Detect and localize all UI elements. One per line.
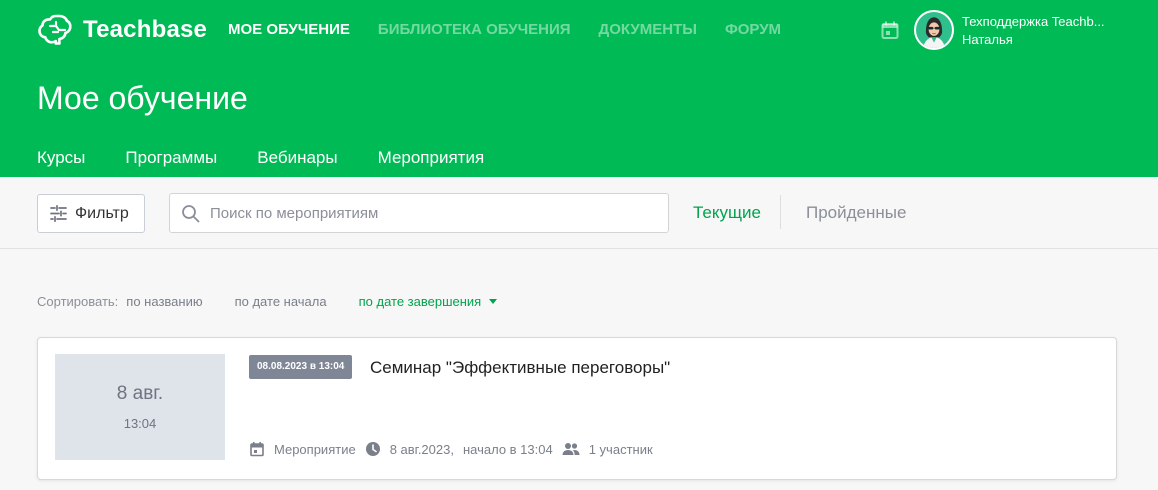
event-start: начало в 13:04	[462, 441, 553, 457]
thumbnail-date: 8 авг.	[116, 383, 164, 404]
event-meta: Мероприятие 8 авг.2023, начало в 13:04 1…	[249, 441, 662, 457]
calendar-icon[interactable]	[880, 20, 900, 40]
learning-tabs: Курсы Программы Вебинары Мероприятия	[37, 148, 524, 180]
event-card[interactable]: 8 авг. 13:04 08.08.2023 в 13:04 Семинар …	[37, 337, 1117, 480]
teachbase-logo[interactable]: Teachbase	[37, 13, 207, 47]
tab-courses[interactable]: Курсы	[37, 148, 85, 180]
nav-forum[interactable]: ФОРУМ	[725, 21, 781, 38]
tab-programs[interactable]: Программы	[125, 148, 217, 180]
sort-label: Сортировать:	[37, 294, 119, 309]
thumbnail-time: 13:04	[123, 416, 157, 431]
sort-by-end-date-label: по дате завершения	[358, 294, 482, 309]
nav-my-learning[interactable]: МОЕ ОБУЧЕНИЕ	[228, 21, 350, 38]
nav-library[interactable]: БИБЛИОТЕКА ОБУЧЕНИЯ	[378, 21, 571, 38]
tab-events[interactable]: Мероприятия	[361, 148, 500, 180]
filter-button[interactable]: Фильтр	[37, 194, 145, 233]
event-participants: 1 участник	[588, 441, 653, 457]
nav-documents[interactable]: ДОКУМЕНТЫ	[599, 21, 697, 38]
filter-label: Фильтр	[75, 204, 129, 222]
sort-bar: Сортировать: по названию по дате начала …	[37, 294, 521, 309]
search-input[interactable]	[210, 204, 650, 222]
caret-down-icon	[489, 299, 498, 304]
events-toolbar: Фильтр Текущие Пройденные	[0, 177, 1158, 249]
user-name: Наталья	[962, 32, 1013, 47]
top-navigation: МОЕ ОБУЧЕНИЕ БИБЛИОТЕКА ОБУЧЕНИЯ ДОКУМЕН…	[228, 21, 809, 38]
brand-name: Teachbase	[83, 16, 208, 43]
sliders-icon	[50, 204, 67, 223]
event-thumbnail[interactable]: 8 авг. 13:04	[55, 354, 225, 460]
user-avatar[interactable]	[914, 10, 954, 50]
event-date: 8 авг.2023,	[389, 441, 454, 457]
avatar-woman-icon	[916, 12, 952, 48]
user-info[interactable]: Техподдержка Teachb... Наталья	[962, 13, 1152, 49]
segment-current[interactable]: Текущие	[693, 203, 761, 223]
event-date-badge: 08.08.2023 в 13:04	[249, 355, 353, 379]
search-icon	[182, 204, 200, 222]
calendar-icon	[250, 442, 264, 457]
user-org: Техподдержка Teachb...	[962, 14, 1105, 29]
clock-icon	[365, 442, 380, 456]
people-icon	[562, 443, 580, 455]
brain-logo-icon	[38, 14, 72, 45]
segment-past[interactable]: Пройденные	[806, 203, 906, 223]
event-type: Мероприятие	[274, 441, 356, 457]
page-title: Мое обучение	[37, 80, 248, 116]
sort-by-name[interactable]: по названию	[126, 294, 202, 309]
segment-divider	[780, 195, 781, 229]
event-title[interactable]: Семинар "Эффективные переговоры"	[370, 358, 670, 378]
tab-webinars[interactable]: Вебинары	[257, 148, 337, 180]
app-header: Teachbase МОЕ ОБУЧЕНИЕ БИБЛИОТЕКА ОБУЧЕН…	[0, 0, 1158, 180]
search-box[interactable]	[169, 193, 669, 233]
sort-by-start-date[interactable]: по дате начала	[235, 294, 327, 309]
sort-by-end-date[interactable]: по дате завершения	[359, 294, 498, 309]
